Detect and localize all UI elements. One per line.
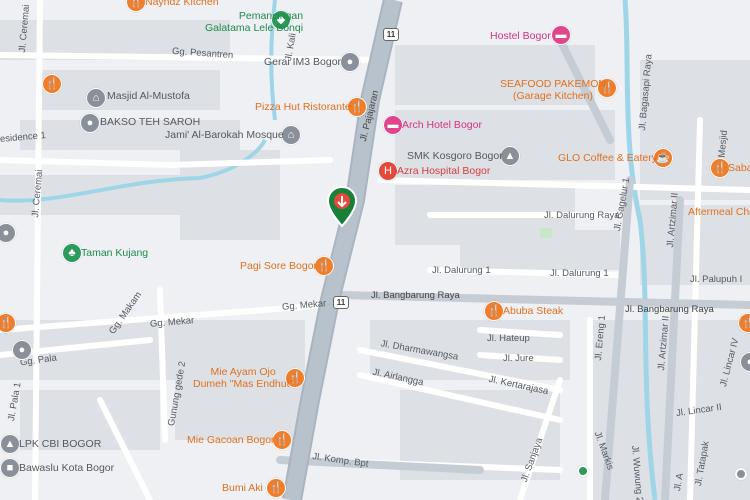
- street-label-hateup: Jl. Hateup: [487, 333, 530, 344]
- mosque-icon[interactable]: ⌂: [281, 125, 301, 145]
- place-icon[interactable]: ●: [12, 340, 32, 360]
- street-label-bangbarung-1: Jl. Bangbarung Raya: [371, 290, 460, 301]
- place-abuba[interactable]: Abuba Steak: [503, 305, 563, 317]
- hospital-icon[interactable]: H: [378, 161, 398, 181]
- place-taman[interactable]: Taman Kujang: [81, 247, 148, 259]
- street-label-dalurung-raya: Jl. Dalurung Raya: [544, 210, 620, 221]
- route-shield: 11: [333, 296, 349, 309]
- place-mieayam[interactable]: Mie Ayam Ojo Dumeh "Mas Endhut": [193, 366, 293, 390]
- place-azra[interactable]: Azra Hospital Bogor: [397, 165, 490, 177]
- main-road-fill: [284, 0, 401, 500]
- park-dot-icon[interactable]: [577, 465, 589, 477]
- street-label-jure: Jl. Jure: [503, 353, 534, 364]
- street-label-palupuh: Jl. Palupuh I: [690, 274, 743, 285]
- place-saba[interactable]: Saba: [728, 162, 750, 174]
- map-canvas[interactable]: 11 11 Jl. Pajajaran Gg. Pesantren Jl. Ka…: [0, 0, 750, 500]
- place-dot-icon[interactable]: [735, 468, 747, 480]
- place-seafood[interactable]: SEAFOOD PAKEMON (Garage Kitchen): [500, 78, 606, 102]
- place-gacoan[interactable]: Mie Gacoan Bogor: [187, 434, 275, 446]
- place-aftermeal[interactable]: Aftermeal Che: [688, 206, 750, 218]
- place-arch[interactable]: Arch Hotel Bogor: [402, 119, 482, 131]
- school-icon[interactable]: ▲: [500, 146, 520, 166]
- school-icon[interactable]: ▲: [0, 434, 20, 454]
- place-masjid[interactable]: Masjid Al-Mustofa: [107, 90, 190, 102]
- place-gerai[interactable]: Gerai IM3 Bogor: [264, 56, 341, 68]
- shop-icon[interactable]: ●: [340, 52, 360, 72]
- hotel-icon[interactable]: ▬: [383, 115, 403, 135]
- hotel-icon[interactable]: ▬: [551, 25, 571, 45]
- place-pizza[interactable]: Pizza Hut Ristorante: [255, 101, 351, 113]
- place-bumi[interactable]: Bumi Aki: [222, 482, 263, 494]
- place-glo[interactable]: GLO Coffee & Eatery: [558, 152, 657, 164]
- place-pagi[interactable]: Pagi Sore Bogor: [240, 260, 317, 272]
- route-shield: 11: [383, 28, 399, 41]
- place-nayndz[interactable]: Nayndz Kitchen: [145, 0, 219, 8]
- place-lpk[interactable]: LPK CBI BOGOR: [19, 438, 101, 450]
- place-bakso[interactable]: BAKSO TEH SAROH: [100, 116, 200, 128]
- restaurant-icon[interactable]: 🍴: [266, 478, 286, 498]
- restaurant-icon[interactable]: 🍴: [710, 158, 730, 178]
- street-label-bangbarung-2: Jl. Bangbarung Raya: [625, 304, 714, 315]
- selected-location-marker[interactable]: [327, 186, 357, 228]
- park-area: [540, 228, 552, 238]
- place-hostel[interactable]: Hostel Bogor: [490, 30, 551, 42]
- place-pemancingan[interactable]: Pemancingan Galatama Lele Bonqi: [205, 10, 303, 34]
- place-bawaslu[interactable]: Bawaslu Kota Bogor: [19, 462, 114, 474]
- place-jami[interactable]: Jami' Al-Barokah Mosque: [165, 129, 284, 141]
- restaurant-icon[interactable]: 🍴: [42, 74, 62, 94]
- mosque-icon[interactable]: ⌂: [86, 88, 106, 108]
- government-icon[interactable]: ■: [0, 458, 20, 478]
- park-icon[interactable]: ♣: [62, 243, 82, 263]
- street-label-dalurung-1: Jl. Dalurung 1: [432, 265, 491, 276]
- street-label-dalurung-1b: Jl. Dalurung 1: [550, 268, 609, 279]
- restaurant-icon[interactable]: 🍴: [272, 430, 292, 450]
- place-icon[interactable]: ●: [80, 113, 100, 133]
- restaurant-icon[interactable]: 🍴: [484, 301, 504, 321]
- place-smk[interactable]: SMK Kosgoro Bogor: [407, 150, 503, 162]
